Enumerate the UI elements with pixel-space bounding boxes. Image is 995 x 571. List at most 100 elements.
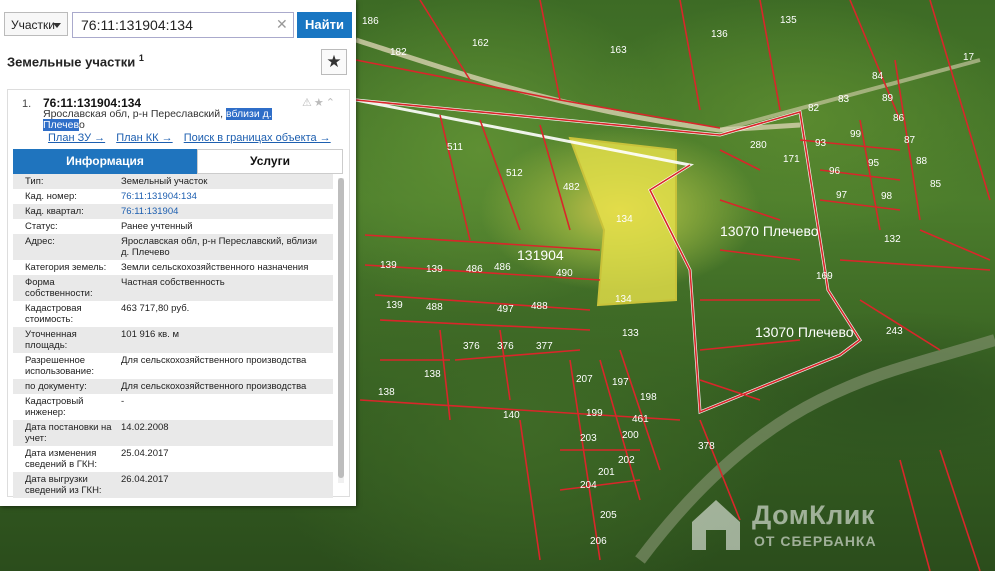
info-row: Кадастровый инженер: -: [13, 394, 333, 420]
search-in-bounds-link[interactable]: Поиск в границах объекта →: [184, 132, 331, 144]
plot-label: 163: [610, 45, 627, 56]
plot-label: 139: [386, 300, 403, 311]
favorite-button[interactable]: ★: [321, 49, 347, 75]
plot-label: 88: [916, 156, 928, 167]
info-row: Адрес: Ярославская обл, р-н Переславский,…: [13, 234, 333, 260]
info-value: Для сельскохозяйственного производства: [121, 355, 307, 366]
plot-label: 138: [424, 369, 441, 380]
scrollbar[interactable]: [338, 178, 344, 483]
section-title: Земельные участки 1: [7, 53, 144, 69]
plot-label: 511: [447, 142, 463, 153]
find-button[interactable]: Найти: [297, 12, 352, 38]
object-type-select[interactable]: Участки: [4, 12, 68, 36]
plot-label: 490: [556, 268, 573, 279]
house-logo-icon: [692, 500, 740, 550]
plot-label: 97: [836, 190, 848, 201]
info-key: Категория земель:: [25, 262, 107, 273]
info-value: Для сельскохозяйственного производства: [121, 381, 307, 392]
info-key: Форма собственности:: [25, 277, 93, 299]
plot-label: 197: [612, 377, 629, 388]
result-address: Ярославская обл, р-н Переславский, вблиз…: [43, 108, 273, 131]
section-footnote: 1: [138, 53, 144, 63]
plot-label: 204: [580, 480, 597, 491]
info-value: Земельный участок: [121, 176, 208, 187]
plot-label: 83: [838, 94, 850, 105]
plot-label: 134: [615, 294, 632, 305]
plot-label: 87: [904, 135, 916, 146]
result-index: 1.: [22, 98, 32, 110]
plot-label: 139: [426, 264, 443, 275]
info-row: Статус: Ранее учтенный: [13, 219, 333, 234]
search-panel: Участки ✕ Найти Земельные участки 1 ★ 1.…: [0, 0, 356, 506]
plot-label: 169: [816, 271, 833, 282]
plot-label: 89: [882, 93, 894, 104]
plot-label: 206: [590, 536, 607, 547]
search-input[interactable]: [72, 12, 294, 38]
plot-label: 205: [600, 510, 617, 521]
plot-label: 13070 Плечево: [755, 324, 854, 340]
plot-label: 99: [850, 129, 862, 140]
plot-label: 486: [494, 262, 511, 273]
section-title-text: Земельные участки: [7, 54, 136, 70]
info-key: Кадастровая стоимость:: [25, 303, 82, 325]
warning-icon[interactable]: ⚠: [302, 97, 314, 109]
info-value: 25.04.2017: [121, 448, 169, 459]
chevron-up-icon[interactable]: ⌃: [326, 97, 337, 109]
plan-zu-link[interactable]: План ЗУ →: [48, 132, 105, 144]
plot-label: 139: [380, 260, 397, 271]
object-type-value: Участки: [11, 18, 55, 32]
plot-label: 131904: [517, 247, 564, 263]
info-value[interactable]: 76:11:131904: [121, 206, 321, 217]
info-key: Дата изменения сведений в ГКН:: [25, 448, 97, 470]
plot-label: 200: [622, 430, 639, 441]
plot-label: 207: [576, 374, 593, 385]
plot-label: 202: [618, 455, 635, 466]
info-key: Дата выгрузки сведений из ГКН:: [25, 474, 102, 496]
info-row: Кадастровая стоимость: 463 717,80 руб.: [13, 301, 333, 327]
plot-label: 377: [536, 341, 553, 352]
info-key: Кадастровый инженер:: [25, 396, 84, 418]
plot-label: 98: [881, 191, 893, 202]
plot-label: 96: [829, 166, 841, 177]
info-row: Разрешенное использование: Для сельскохоз…: [13, 353, 333, 379]
plot-label: 199: [586, 408, 603, 419]
watermark-title: ДомКлик: [752, 500, 875, 530]
info-key: по документу:: [25, 381, 87, 392]
plot-label: 512: [506, 168, 523, 179]
plot-label: 171: [783, 154, 800, 165]
info-value: 101 916 кв. м: [121, 329, 179, 340]
plot-label: 376: [463, 341, 480, 352]
scrollbar-thumb[interactable]: [338, 178, 344, 478]
plot-label: 378: [698, 441, 715, 452]
info-value: 26.04.2017: [121, 474, 169, 485]
plot-label: 95: [868, 158, 880, 169]
tab-info[interactable]: Информация: [13, 149, 197, 174]
info-row: по документу: Для сельскохозяйственного п…: [13, 379, 333, 394]
plot-label: 86: [893, 113, 905, 124]
plot-label: 17: [963, 52, 975, 63]
card-actions: ⚠★⌃: [302, 96, 337, 109]
info-value: -: [121, 396, 125, 407]
plot-label: 93: [815, 138, 827, 149]
info-row: Тип: Земельный участок: [13, 174, 333, 189]
info-row: Кад. номер: 76:11:131904:134: [13, 189, 333, 204]
tab-services[interactable]: Услуги: [197, 149, 343, 174]
info-key: Дата постановки на учет:: [25, 422, 112, 444]
card-tabs: Информация Услуги: [13, 149, 343, 174]
clear-icon[interactable]: ✕: [276, 16, 288, 33]
plan-kk-link[interactable]: План КК →: [116, 132, 172, 144]
info-row: Дата постановки на учет: 14.02.2008: [13, 420, 333, 446]
info-row: Уточненная площадь: 101 916 кв. м: [13, 327, 333, 353]
plot-label: 488: [426, 302, 443, 313]
plot-label: 132: [884, 234, 901, 245]
info-key: Разрешенное использование:: [25, 355, 95, 377]
info-row: Дата изменения сведений в ГКН: 25.04.2017: [13, 446, 333, 472]
plot-label: 162: [472, 38, 489, 49]
plot-label: 133: [622, 328, 639, 339]
star-icon[interactable]: ★: [314, 97, 326, 109]
plot-label: 134: [616, 214, 633, 225]
plot-label: 82: [808, 103, 820, 114]
info-value[interactable]: 76:11:131904:134: [121, 191, 321, 202]
info-key: Тип:: [25, 176, 44, 187]
plot-label: 497: [497, 304, 514, 315]
